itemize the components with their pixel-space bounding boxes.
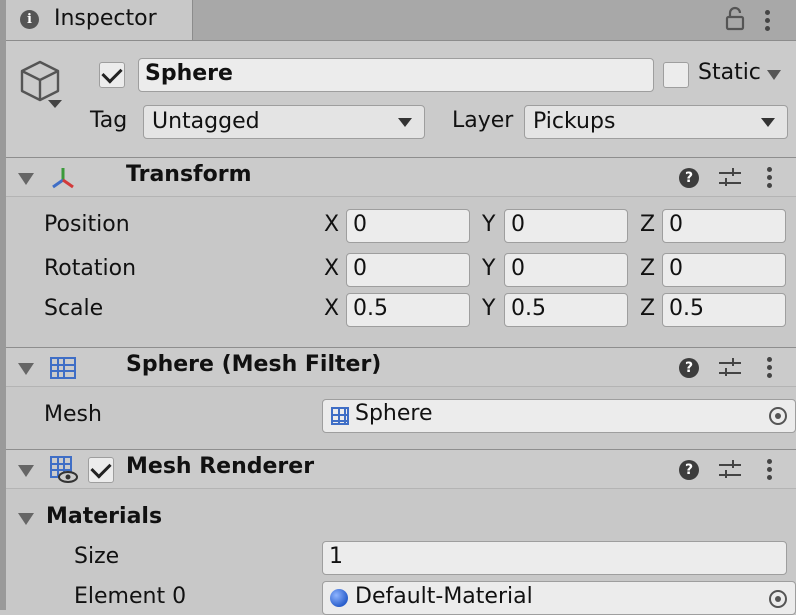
mesh-value: Sphere (355, 401, 433, 426)
scale-y-axis[interactable]: Y (482, 296, 495, 321)
scale-y-field[interactable]: 0.5 (504, 293, 628, 327)
help-icon[interactable]: ? (679, 168, 699, 188)
position-x-axis[interactable]: X (324, 212, 339, 237)
size-field[interactable]: 1 (322, 541, 787, 575)
foldout-arrow-icon[interactable] (18, 363, 34, 375)
cube-icon[interactable] (18, 58, 66, 110)
transform-header[interactable]: Transform ? (6, 157, 796, 197)
preset-sliders-icon[interactable] (719, 460, 741, 480)
rotation-y-field[interactable]: 0 (504, 253, 628, 287)
mesh-label: Mesh (44, 402, 102, 427)
object-picker-icon[interactable] (769, 407, 787, 425)
element0-label: Element 0 (74, 584, 187, 609)
mesh-grid-icon (331, 407, 349, 425)
rotation-label: Rotation (44, 256, 137, 281)
static-checkbox[interactable] (663, 62, 689, 88)
tag-dropdown[interactable]: Untagged (143, 105, 425, 139)
lock-icon[interactable] (724, 6, 746, 32)
static-label[interactable]: Static (698, 60, 761, 85)
static-dropdown-arrow-icon[interactable] (767, 70, 781, 80)
position-x-field[interactable]: 0 (346, 209, 470, 243)
help-icon[interactable]: ? (679, 460, 699, 480)
position-y-field[interactable]: 0 (504, 209, 628, 243)
name-field[interactable]: Sphere (138, 58, 654, 92)
info-icon: i (20, 10, 39, 29)
position-label: Position (44, 212, 130, 237)
dropdown-arrow-icon (398, 118, 412, 127)
tab-inspector-label: Inspector (54, 6, 157, 31)
help-icon[interactable]: ? (679, 358, 699, 378)
component-menu-icon[interactable] (767, 357, 773, 381)
position-y-axis[interactable]: Y (482, 212, 495, 237)
checkmark-icon (101, 62, 123, 84)
component-menu-icon[interactable] (767, 459, 773, 483)
preset-sliders-icon[interactable] (719, 168, 741, 188)
object-picker-icon[interactable] (769, 590, 787, 608)
active-checkbox[interactable] (99, 62, 125, 88)
mesh-renderer-icon (50, 456, 78, 484)
transform-axes-icon (50, 166, 76, 192)
scale-label: Scale (44, 296, 104, 321)
rotation-z-axis[interactable]: Z (640, 256, 655, 281)
mesh-grid-icon (50, 357, 76, 379)
material-sphere-icon (330, 589, 348, 607)
scale-x-axis[interactable]: X (324, 296, 339, 321)
position-z-field[interactable]: 0 (662, 209, 786, 243)
mesh-object-field[interactable]: Sphere (322, 399, 796, 433)
element0-value: Default-Material (355, 584, 533, 609)
rotation-x-field[interactable]: 0 (346, 253, 470, 287)
mesh-renderer-header[interactable]: Mesh Renderer ? (6, 449, 796, 489)
materials-label[interactable]: Materials (46, 504, 162, 529)
materials-foldout-arrow-icon[interactable] (18, 513, 34, 525)
dropdown-arrow-icon (761, 118, 775, 127)
scale-x-field[interactable]: 0.5 (346, 293, 470, 327)
foldout-arrow-icon[interactable] (18, 465, 34, 477)
rotation-y-axis[interactable]: Y (482, 256, 495, 281)
mesh-filter-header[interactable]: Sphere (Mesh Filter) ? (6, 347, 796, 387)
preset-sliders-icon[interactable] (719, 358, 741, 378)
tag-label: Tag (90, 108, 128, 133)
rotation-x-axis[interactable]: X (324, 256, 339, 281)
scale-z-axis[interactable]: Z (640, 296, 655, 321)
mesh-renderer-title: Mesh Renderer (126, 454, 315, 479)
mesh-renderer-enabled-checkbox[interactable] (88, 457, 114, 483)
transform-title: Transform (126, 162, 252, 187)
tab-inspector[interactable]: i Inspector (6, 0, 193, 40)
mesh-filter-title: Sphere (Mesh Filter) (126, 352, 382, 377)
size-label: Size (74, 544, 120, 569)
checkmark-icon (90, 457, 112, 479)
scale-z-field[interactable]: 0.5 (662, 293, 786, 327)
component-menu-icon[interactable] (767, 167, 773, 191)
tag-value: Untagged (152, 109, 260, 134)
kebab-menu-icon[interactable] (765, 10, 771, 34)
layer-dropdown[interactable]: Pickups (524, 105, 788, 139)
layer-value: Pickups (533, 109, 616, 134)
foldout-arrow-icon[interactable] (18, 173, 34, 185)
rotation-z-field[interactable]: 0 (662, 253, 786, 287)
position-z-axis[interactable]: Z (640, 212, 655, 237)
layer-label: Layer (452, 108, 514, 133)
